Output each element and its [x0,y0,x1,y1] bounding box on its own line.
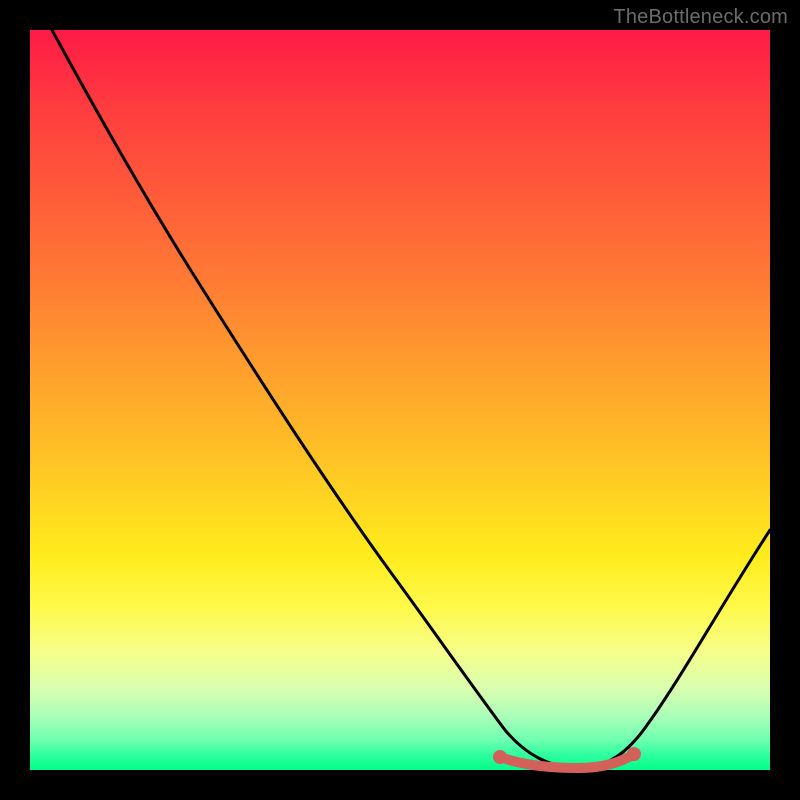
chart-frame: TheBottleneck.com [0,0,800,800]
optimal-range-start-dot [493,750,507,764]
optimal-range-marker [500,754,634,768]
bottleneck-curve [52,30,770,768]
curve-layer [30,30,770,770]
watermark-text: TheBottleneck.com [613,6,788,29]
optimal-range-end-dot [627,747,641,761]
plot-area [30,30,770,770]
